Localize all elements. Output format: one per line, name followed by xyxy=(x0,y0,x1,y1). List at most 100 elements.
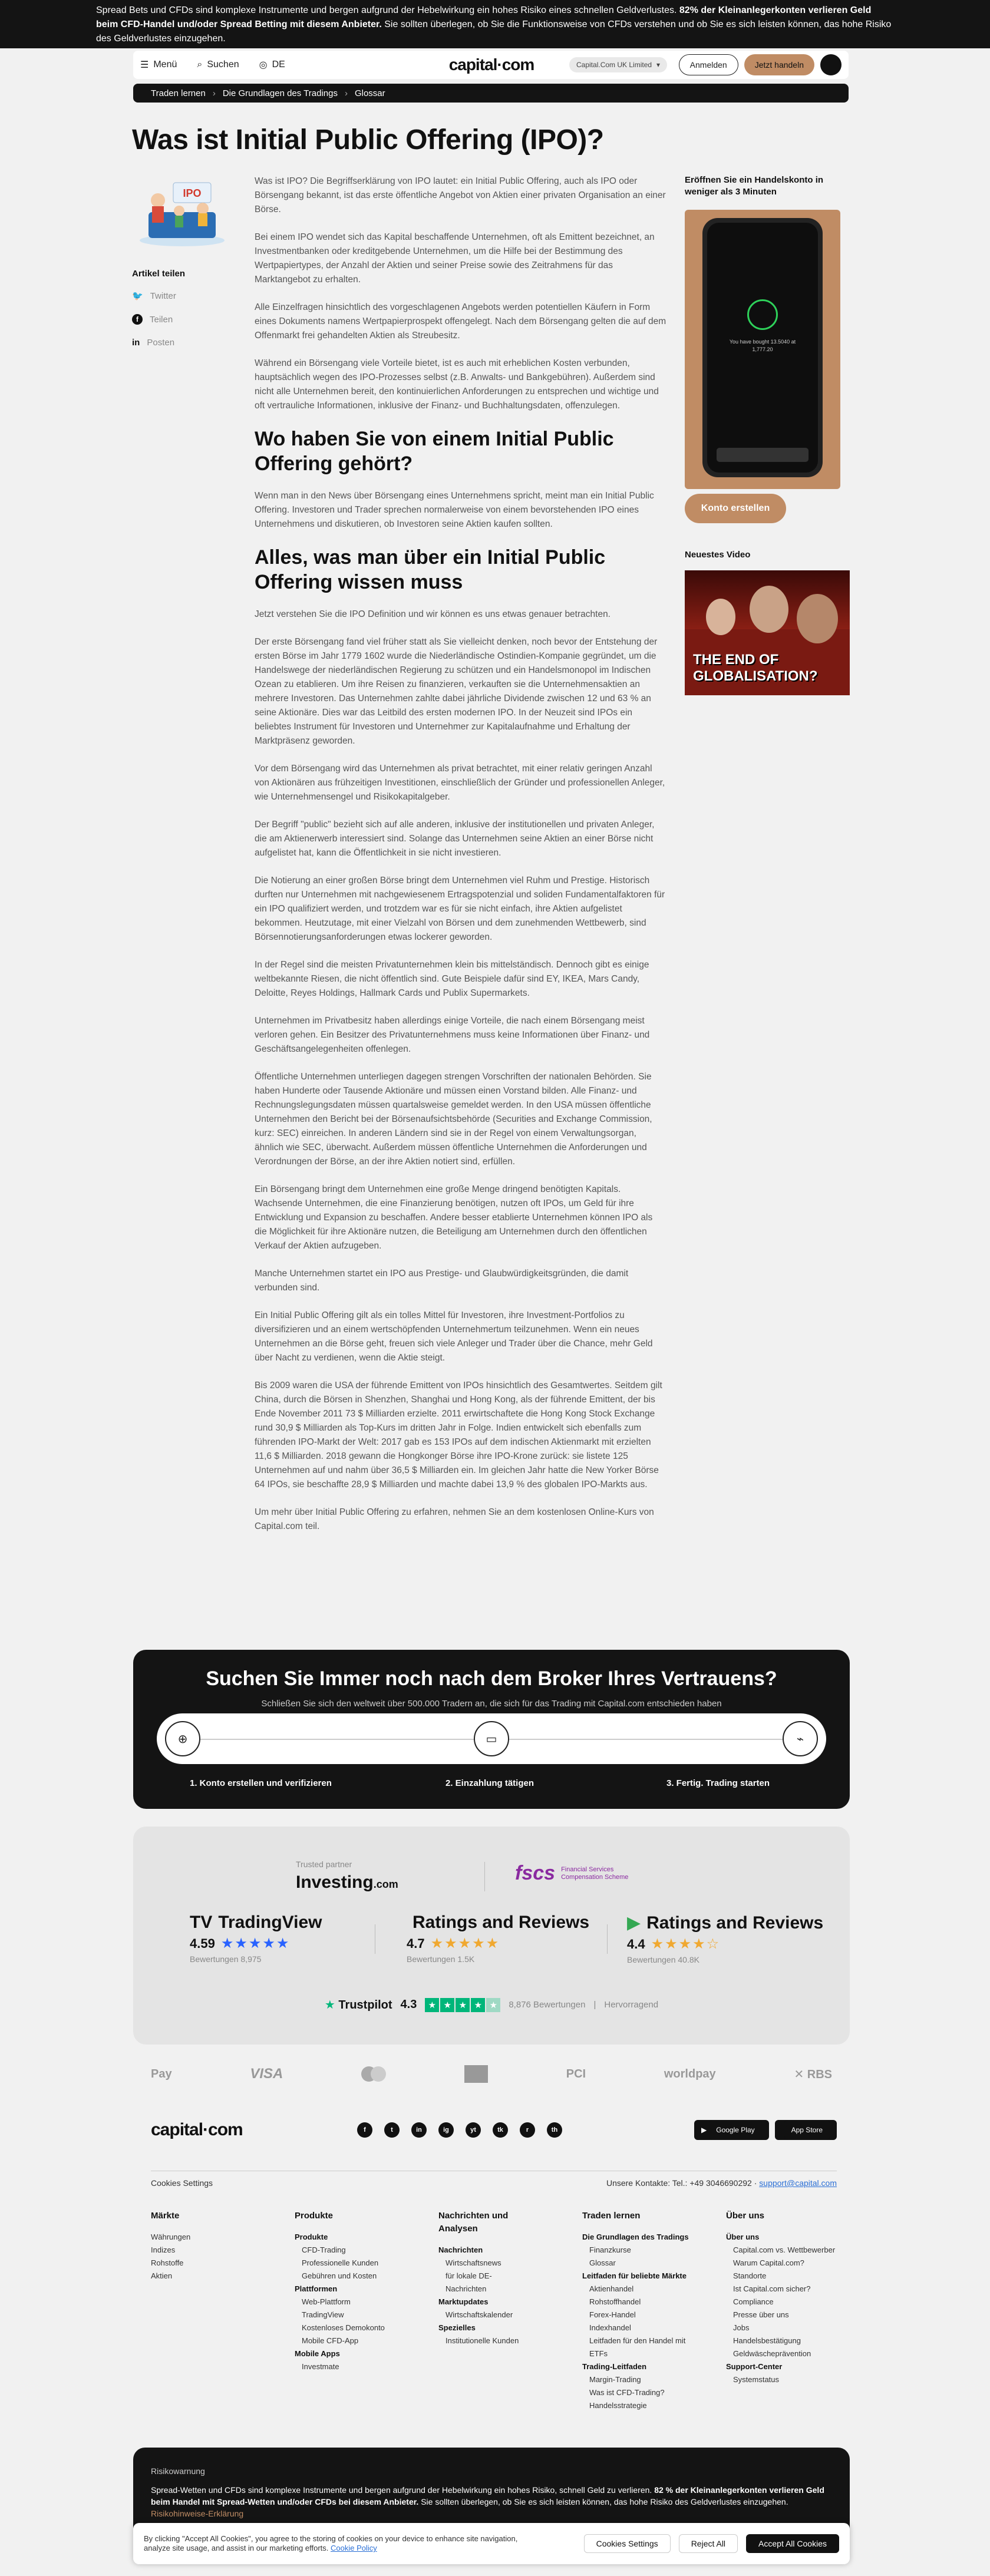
footer-subheading[interactable]: Support-Center xyxy=(726,2360,838,2373)
chart-icon[interactable]: ⌁ xyxy=(783,1721,818,1756)
footer-link[interactable]: Jobs xyxy=(726,2321,838,2334)
twitter-icon[interactable]: t xyxy=(384,2122,400,2138)
entity-selector[interactable]: Capital.Com UK Limited ▾ xyxy=(569,57,668,72)
support-email-link[interactable]: support@capital.com xyxy=(759,2178,837,2188)
footer-link[interactable]: TradingView xyxy=(295,2309,412,2321)
footer-link[interactable]: Leitfaden für den Handel mit ETFs xyxy=(582,2334,700,2360)
footer-link[interactable]: Handelsbestätigung xyxy=(726,2334,838,2347)
cookie-policy-link[interactable]: Cookie Policy xyxy=(331,2544,377,2552)
threads-icon[interactable]: th xyxy=(547,2122,562,2138)
cookie-settings-button[interactable]: Cookies Settings xyxy=(583,2534,671,2553)
trade-now-button[interactable]: Jetzt handeln xyxy=(744,54,814,75)
footer-link[interactable]: Aktienhandel xyxy=(582,2283,700,2296)
footer-link[interactable]: Glossar xyxy=(582,2257,700,2270)
create-account-button[interactable]: Konto erstellen xyxy=(685,494,786,523)
footer-subheading[interactable]: Die Grundlagen des Tradings xyxy=(582,2231,700,2244)
cookie-banner: By clicking "Accept All Cookies", you ag… xyxy=(133,2523,850,2564)
footer-subheading[interactable]: Trading-Leitfaden xyxy=(582,2360,700,2373)
footer-subheading[interactable]: Produkte xyxy=(295,2231,412,2244)
breadcrumb-item[interactable]: Traden lernen xyxy=(151,88,206,98)
linkedin-icon[interactable]: in xyxy=(411,2122,427,2138)
trustpilot-rating[interactable]: ★ Trustpilot 4.3 ★ ★ ★ ★ ★ 8,876 Bewertungen… xyxy=(133,1997,850,2012)
risk-warning-title: Risikowarnung xyxy=(151,2466,205,2476)
footer-link[interactable]: Handelsstrategie xyxy=(582,2399,700,2412)
menu-button[interactable]: ☰ Menü xyxy=(140,59,177,71)
apple-download-button[interactable] xyxy=(820,54,842,75)
share-facebook[interactable]: f Teilen xyxy=(132,314,220,325)
wallet-icon[interactable]: ▭ xyxy=(474,1721,509,1756)
footer-link[interactable]: für lokale DE-Nachrichten xyxy=(438,2270,533,2296)
footer-link[interactable]: Mobile CFD-App xyxy=(295,2334,412,2347)
footer-subheading[interactable]: Mobile Apps xyxy=(295,2347,412,2360)
footer-link[interactable]: Presse über uns xyxy=(726,2309,838,2321)
accept-all-button[interactable]: Accept All Cookies xyxy=(746,2534,839,2553)
trusted-partner-label: Trusted partner xyxy=(296,1860,352,1869)
footer-link[interactable]: Indexhandel xyxy=(582,2321,700,2334)
footer-link[interactable]: Margin-Trading xyxy=(582,2373,700,2386)
cookies-settings-link[interactable]: Cookies Settings xyxy=(151,2178,213,2188)
google-play-rating[interactable]: ▶ Ratings and Reviews 4.4 ★★★★☆ Bewertunge… xyxy=(627,1913,823,1965)
video-caption: THE END OF GLOBALISATION? xyxy=(693,652,818,684)
footer-link[interactable]: Wirtschaftskalender xyxy=(438,2309,533,2321)
footer-link[interactable]: Geldwäscheprävention xyxy=(726,2347,838,2360)
reddit-icon[interactable]: r xyxy=(520,2122,535,2138)
tradingview-rating[interactable]: TV TradingView 4.59 ★★★★★ Bewertungen 8,97… xyxy=(190,1913,322,1964)
sidebar: Eröffnen Sie ein Handelskonto in weniger… xyxy=(685,174,850,695)
footer-link[interactable]: Investmate xyxy=(295,2360,412,2373)
footer-col-news: Nachrichten und Analysen Nachrichten Wir… xyxy=(438,2210,533,2347)
share-twitter[interactable]: 🐦 Twitter xyxy=(132,290,220,302)
footer-link[interactable]: Institutionelle Kunden xyxy=(438,2334,533,2347)
add-user-icon[interactable]: ⊕ xyxy=(165,1721,200,1756)
footer-link[interactable]: Aktien xyxy=(151,2270,269,2283)
apple-rating[interactable]: Ratings and Reviews 4.7 ★★★★★ Bewertungen… xyxy=(407,1913,589,1964)
footer-link[interactable]: Systemstatus xyxy=(726,2373,838,2386)
share-twitter-label: Twitter xyxy=(150,290,176,301)
footer-link[interactable]: Web-Plattform xyxy=(295,2296,412,2309)
footer-link[interactable]: Rohstoffe xyxy=(151,2257,269,2270)
share-linkedin[interactable]: in Posten xyxy=(132,338,220,348)
footer-link[interactable]: Warum Capital.com? xyxy=(726,2257,838,2270)
article-paragraph: Während ein Börsengang viele Vorteile bi… xyxy=(255,358,659,411)
app-store-button[interactable]: App Store xyxy=(774,2120,837,2140)
footer-link[interactable]: Finanzkurse xyxy=(582,2244,700,2257)
footer-subheading[interactable]: Marktupdates xyxy=(438,2296,533,2309)
language-button[interactable]: ◎ DE xyxy=(259,59,285,71)
footer-subheading[interactable]: Leitfaden für beliebte Märkte xyxy=(582,2270,700,2283)
footer-link[interactable]: Standorte xyxy=(726,2270,838,2283)
footer-link[interactable]: Indizes xyxy=(151,2244,269,2257)
footer-col-heading: Märkte xyxy=(151,2211,180,2221)
footer-link[interactable]: Ist Capital.com sicher? xyxy=(726,2283,838,2296)
tiktok-icon[interactable]: tk xyxy=(493,2122,508,2138)
login-button[interactable]: Anmelden xyxy=(678,54,738,75)
footer-subheading[interactable]: Spezielles xyxy=(438,2321,533,2334)
footer-link[interactable]: Kostenloses Demokonto xyxy=(295,2321,412,2334)
worldpay-logo: worldpay xyxy=(664,2067,716,2080)
youtube-icon[interactable]: yt xyxy=(466,2122,481,2138)
broker-cta: Suchen Sie Immer noch nach dem Broker Ih… xyxy=(133,1650,850,1809)
facebook-icon[interactable]: f xyxy=(357,2122,372,2138)
footer-link[interactable]: Capital.com vs. Wettbewerber xyxy=(726,2244,838,2257)
footer-link[interactable]: Forex-Handel xyxy=(582,2309,700,2321)
footer-link[interactable]: Gebühren und Kosten xyxy=(295,2270,412,2283)
reject-all-button[interactable]: Reject All xyxy=(678,2534,738,2553)
footer-link[interactable]: Was ist CFD-Trading? xyxy=(582,2386,700,2399)
footer-link[interactable]: Rohstoffhandel xyxy=(582,2296,700,2309)
footer-subheading[interactable]: Über uns xyxy=(726,2231,838,2244)
footer-link[interactable]: CFD-Trading xyxy=(295,2244,412,2257)
google-play-button[interactable]: ▶ Google Play xyxy=(694,2120,769,2140)
search-button[interactable]: ⌕ Suchen xyxy=(197,60,239,70)
footer-link[interactable]: Wirtschaftsnews xyxy=(438,2257,533,2270)
footer-link[interactable]: Professionelle Kunden xyxy=(295,2257,412,2270)
footer-logo[interactable]: capital·com xyxy=(151,2120,243,2140)
footer-subheading[interactable]: Nachrichten xyxy=(438,2244,533,2257)
breadcrumb-item[interactable]: Die Grundlagen des Tradings xyxy=(223,88,338,98)
footer-link[interactable]: Compliance xyxy=(726,2296,838,2309)
step-3-label: 3. Fertig. Trading starten xyxy=(666,1778,770,1788)
instagram-icon[interactable]: ig xyxy=(438,2122,454,2138)
video-thumbnail[interactable]: THE END OF GLOBALISATION? xyxy=(685,570,850,695)
breadcrumb-item[interactable]: Glossar xyxy=(355,88,385,98)
article-paragraph: Bei einem IPO wendet sich das Kapital be… xyxy=(255,232,655,285)
footer-subheading[interactable]: Plattformen xyxy=(295,2283,412,2296)
footer-link[interactable]: Währungen xyxy=(151,2231,269,2244)
risk-disclosure-link[interactable]: Risikohinweise-Erklärung xyxy=(151,2509,243,2518)
